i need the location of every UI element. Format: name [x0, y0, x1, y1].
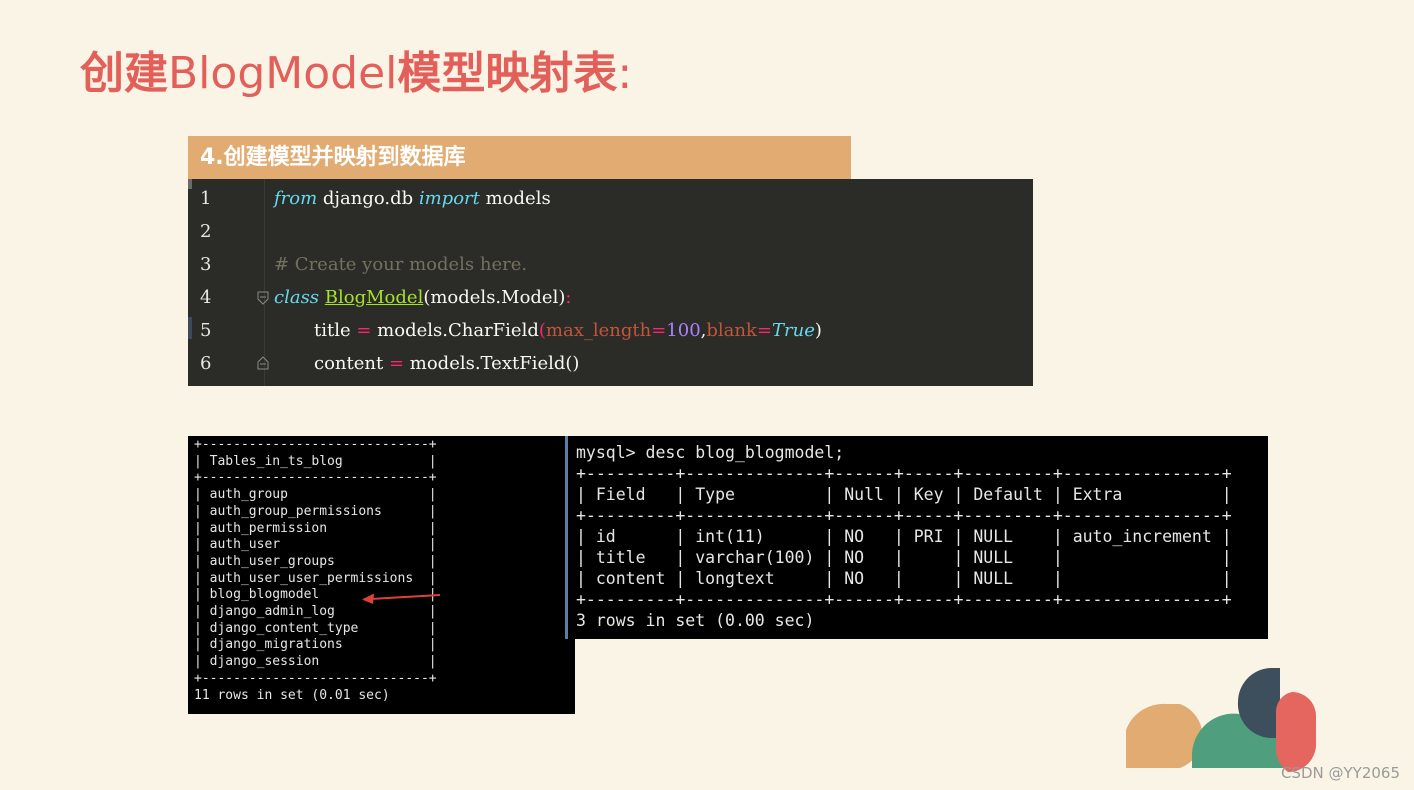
title-model-name: BlogModel — [168, 48, 398, 99]
fold-end-icon[interactable] — [256, 356, 270, 370]
terminal-output: mysql> desc blog_blogmodel; +---------+-… — [576, 443, 1232, 630]
identifier: models — [479, 188, 551, 209]
title-colon: : — [617, 48, 633, 99]
terminal-show-tables: +-----------------------------+ | Tables… — [188, 436, 575, 714]
code-line: 5 title = models.CharField(max_length=10… — [188, 314, 1033, 347]
class-name: BlogModel — [324, 287, 424, 308]
parameter: blank — [706, 320, 757, 341]
paren: ) — [814, 320, 822, 341]
line-number: 2 — [200, 221, 212, 242]
line-content: title = models.CharField(max_length=100,… — [314, 314, 822, 347]
identifier: content — [314, 353, 384, 374]
line-content: content = models.TextField() — [314, 347, 579, 380]
watermark: CSDN @YY2065 — [1280, 764, 1400, 782]
code-line: 6 content = models.TextField() — [188, 347, 1033, 380]
slide-title: 创建BlogModel模型映射表: — [80, 44, 632, 104]
line-number: 3 — [200, 254, 212, 275]
identifier: title — [314, 320, 351, 341]
fold-collapse-icon[interactable] — [256, 291, 270, 305]
keyword: import — [418, 188, 480, 209]
red-shape — [1275, 692, 1316, 772]
code-comment: # Create your models here. — [274, 254, 528, 275]
operator: = — [350, 320, 378, 341]
orange-shape — [1126, 703, 1203, 768]
operator: : — [565, 287, 572, 308]
keyword: from — [274, 188, 318, 209]
keyword: class — [274, 287, 320, 308]
line-number: 4 — [200, 287, 212, 308]
title-suffix: 模型映射表 — [397, 48, 618, 99]
function-call: models.TextField() — [409, 353, 580, 374]
operator: = — [651, 320, 667, 341]
code-line: 2 — [188, 215, 1033, 248]
parameter: max_length — [545, 320, 652, 341]
code-line: 4 class BlogModel(models.Model): — [188, 281, 1033, 314]
operator: ( — [538, 320, 546, 341]
line-number: 5 — [200, 320, 212, 341]
keyword: True — [772, 320, 815, 341]
line-number: 6 — [200, 353, 212, 374]
terminal-desc-table: mysql> desc blog_blogmodel; +---------+-… — [565, 436, 1268, 639]
line-number: 1 — [200, 188, 212, 209]
line-content: class BlogModel(models.Model): — [274, 281, 571, 314]
module-name: django.db — [317, 188, 419, 209]
function-call: models.CharField — [377, 320, 539, 341]
operator: = — [383, 353, 410, 374]
code-editor: 1 from django.db import models 2 3 # Cre… — [188, 179, 1033, 386]
base-class: (models.Model) — [423, 287, 566, 308]
operator: = — [756, 320, 772, 341]
section-header: 4.创建模型并映射到数据库 — [188, 136, 851, 179]
line-content: from django.db import models — [274, 182, 551, 215]
code-line: 3 # Create your models here. — [188, 248, 1033, 281]
terminal-output: +-----------------------------+ | Tables… — [194, 437, 437, 703]
red-arrow-icon — [362, 593, 441, 604]
decorative-shapes — [1126, 668, 1316, 772]
code-line: 1 from django.db import models — [188, 182, 1033, 215]
title-prefix: 创建 — [80, 48, 168, 99]
number: 100 — [666, 320, 701, 341]
